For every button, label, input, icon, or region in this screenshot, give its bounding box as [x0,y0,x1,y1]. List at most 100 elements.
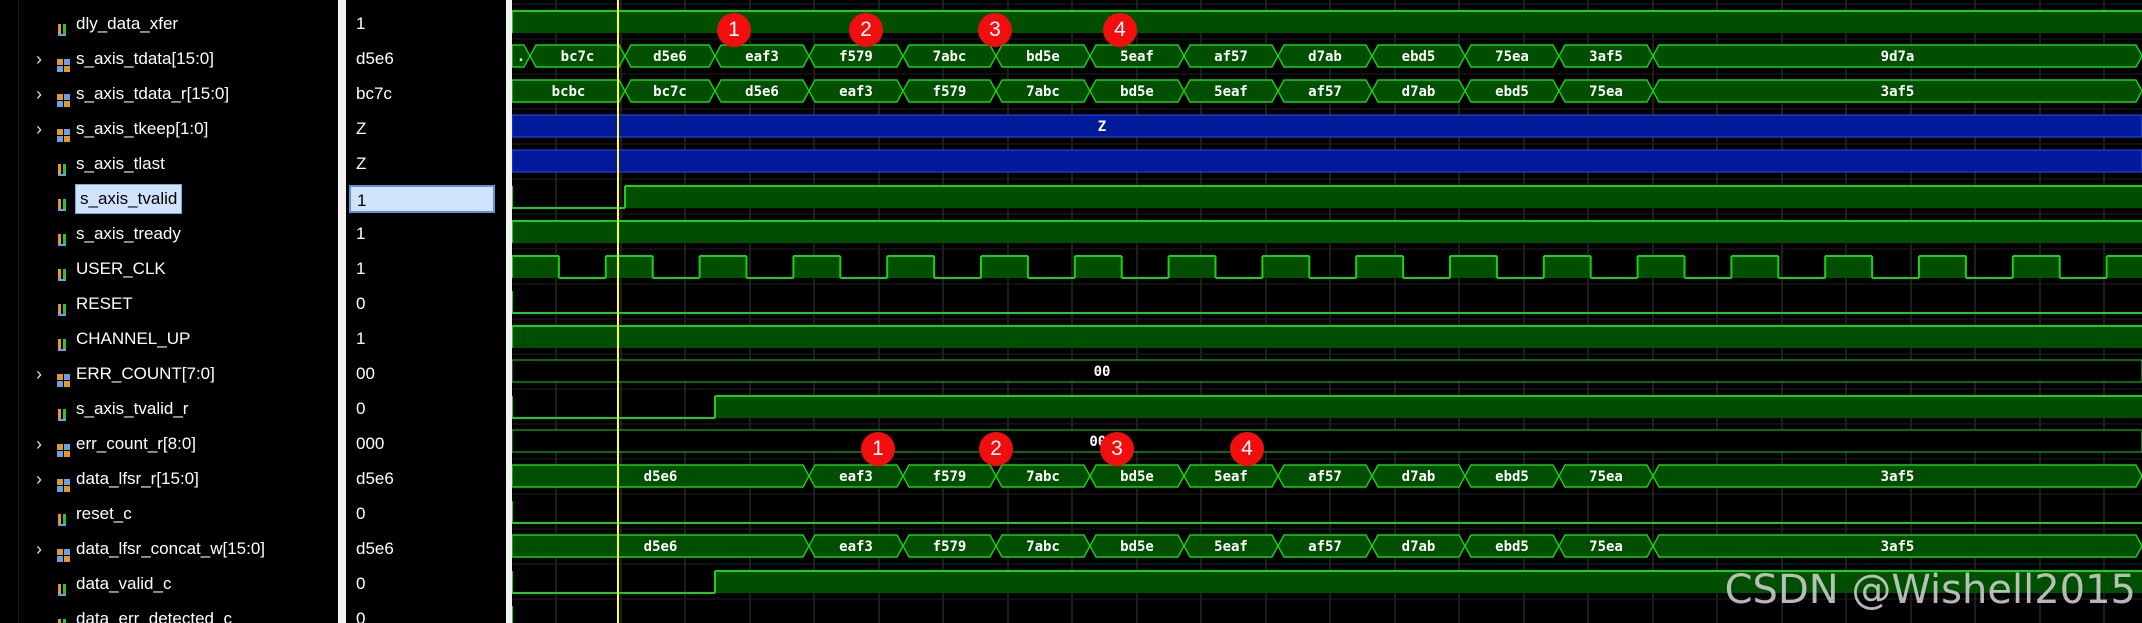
signal-name: s_axis_tready [76,224,181,243]
chevron-right-icon[interactable]: › [36,112,50,146]
bus-signal-icon [56,436,70,457]
value-row-s-axis-tvalid-r[interactable]: 0 [346,392,506,426]
value-row-data-valid-c[interactable]: 0 [346,567,506,601]
panel-divider[interactable] [338,0,346,623]
signal-row-reset[interactable]: RESET [0,287,338,321]
bit-high-fill [512,11,2142,33]
signal-row-dly-data-xfer[interactable]: dly_data_xfer [0,7,338,41]
bit-high-fill [981,256,1028,278]
signal-name: data_err_detected_c [76,609,232,623]
signal-value: 000 [356,434,385,453]
chevron-right-icon[interactable]: › [36,42,50,76]
bit-high-fill [1074,256,1122,278]
bus-segment [512,359,2142,383]
signal-name: dly_data_xfer [76,14,179,33]
signal-row-s-axis-tready[interactable]: s_axis_tready [0,217,338,251]
signal-value: 00 [356,364,375,383]
bus-signal-icon [56,51,70,72]
signal-row-s-axis-tvalid[interactable]: s_axis_tvalid [0,182,338,216]
chevron-right-icon[interactable]: › [36,427,50,461]
bit-signal-icon [56,576,70,596]
bus-value-label: f579 [933,469,967,485]
bus-value-label: eaf3 [839,84,873,100]
bit-high-fill [1543,256,1591,278]
bus-value-label: bd5e [1120,84,1154,100]
signal-row-user-clk[interactable]: USER_CLK [0,252,338,286]
bit-signal-icon [56,506,70,526]
bus-value-label: 00 [1094,364,1111,380]
bus-value-label: 75ea [1589,84,1623,100]
bit-high-fill [605,256,653,278]
signal-row-s-axis-tdata[interactable]: › s_axis_tdata[15:0] [0,42,338,76]
signal-row-channel-up[interactable]: CHANNEL_UP [0,322,338,356]
bus-value-label: bd5e [1026,49,1060,65]
bit-high-fill [512,256,559,278]
value-row-s-axis-tkeep[interactable]: Z [346,112,506,146]
chevron-right-icon[interactable]: › [36,77,50,111]
signal-row-data-lfsr-r[interactable]: › data_lfsr_r[15:0] [0,462,338,496]
signal-value: d5e6 [356,49,394,68]
value-row-channel-up[interactable]: 1 [346,322,506,356]
bit-high-fill [2106,256,2142,278]
bus-value-label: d7ab [1308,49,1342,65]
value-row-err-count-r[interactable]: 000 [346,427,506,461]
chevron-right-icon[interactable]: › [36,462,50,496]
chevron-right-icon[interactable]: › [36,357,50,391]
bus-signal-icon [56,121,70,142]
bus-value-label: 5eaf [1214,469,1248,485]
bus-segment [512,114,2142,138]
value-row-user-clk[interactable]: 1 [346,252,506,286]
waveform-canvas[interactable]: . bc7c d5e6 eaf3 f579 7abc bd5e 5eaf af57 d7ab ebd… [512,0,2142,623]
bus-value-label: 5eaf [1120,49,1154,65]
bus-segment [512,429,2142,453]
signal-name: data_lfsr_concat_w[15:0] [76,539,266,558]
signal-row-err-count-r[interactable]: › err_count_r[8:0] [0,427,338,461]
value-row-err-count[interactable]: 00 [346,357,506,391]
signal-row-data-err-detected-c[interactable]: data_err_detected_c [0,602,338,623]
signal-row-err-count[interactable]: › ERR_COUNT[7:0] [0,357,338,391]
value-row-reset[interactable]: 0 [346,287,506,321]
bit-signal-icon [56,261,70,281]
bit-high-fill [2012,256,2060,278]
value-row-data-err-detected-c[interactable]: 0 [346,602,506,623]
signal-row-s-axis-tkeep[interactable]: › s_axis_tkeep[1:0] [0,112,338,146]
bit-signal-icon [56,16,70,36]
signal-name: s_axis_tvalid_r [76,399,189,418]
signal-row-reset-c[interactable]: reset_c [0,497,338,531]
value-row-s-axis-tlast[interactable]: Z [346,147,506,181]
annotation-badge: 3 [978,13,1012,47]
value-row-reset-c[interactable]: 0 [346,497,506,531]
value-row-s-axis-tdata-r[interactable]: bc7c [346,77,506,111]
bit-signal-icon [56,191,70,211]
signal-row-data-lfsr-concat-w[interactable]: › data_lfsr_concat_w[15:0] [0,532,338,566]
value-row-s-axis-tvalid[interactable]: 1 [346,182,506,216]
annotation-badge: 2 [979,432,1013,466]
signal-row-s-axis-tlast[interactable]: s_axis_tlast [0,147,338,181]
signal-row-s-axis-tvalid-r[interactable]: s_axis_tvalid_r [0,392,338,426]
bus-value-label: af57 [1308,84,1342,100]
signal-value: bc7c [356,84,392,103]
waveform-svg[interactable]: . bc7c d5e6 eaf3 f579 7abc bd5e 5eaf af57 d7ab ebd… [512,0,2142,623]
signal-name: s_axis_tlast [76,154,165,173]
signal-value: 0 [356,399,366,418]
signal-value: 1 [356,224,366,243]
annotation-badge: 4 [1103,13,1137,47]
signal-row-s-axis-tdata-r[interactable]: › s_axis_tdata_r[15:0] [0,77,338,111]
bus-value-label: bd5e [1120,469,1154,485]
bus-signal-icon [56,541,70,562]
bus-value-label: d5e6 [745,84,779,100]
bit-high-fill [1262,256,1310,278]
value-row-dly-data-xfer[interactable]: 1 [346,7,506,41]
value-row-s-axis-tdata[interactable]: d5e6 [346,42,506,76]
chevron-right-icon[interactable]: › [36,532,50,566]
signal-value: 0 [356,294,366,313]
value-row-data-lfsr-r[interactable]: d5e6 [346,462,506,496]
bus-value-label: f579 [933,539,967,555]
value-row-s-axis-tready[interactable]: 1 [346,217,506,251]
bit-high-fill [1450,256,1497,278]
bit-high-fill [715,396,2142,418]
signal-value: Z [356,119,367,138]
value-row-data-lfsr-concat-w[interactable]: d5e6 [346,532,506,566]
signal-row-data-valid-c[interactable]: data_valid_c [0,567,338,601]
bit-high-fill [1825,256,1873,278]
